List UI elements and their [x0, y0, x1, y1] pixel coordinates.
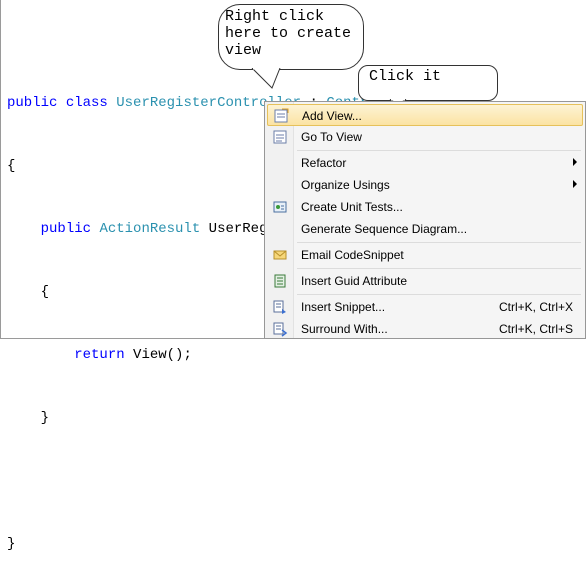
brace: { [7, 158, 16, 174]
menu-item-insert-guid-attribute[interactable]: Insert Guid Attribute [267, 270, 583, 292]
menu-item-insert-snippet[interactable]: Insert Snippet... Ctrl+K, Ctrl+X [267, 296, 583, 318]
menu-item-label: Refactor [301, 156, 347, 170]
menu-item-create-unit-tests[interactable]: Create Unit Tests... [267, 196, 583, 218]
email-icon [273, 250, 287, 260]
menu-item-label: Surround With... [301, 322, 388, 336]
menu-item-email-codesnippet[interactable]: Email CodeSnippet [267, 244, 583, 266]
brace: } [40, 410, 50, 426]
callout-right-click: Right click here to create view [218, 4, 364, 70]
menu-item-shortcut: Ctrl+K, Ctrl+X [499, 300, 574, 314]
menu-item-label: Insert Guid Attribute [301, 274, 408, 288]
menu-item-add-view[interactable]: Add View... [267, 104, 583, 126]
keyword-return: return [74, 347, 125, 363]
menu-item-go-to-view[interactable]: Go To View [267, 126, 583, 148]
menu-item-organize-usings[interactable]: Organize Usings [267, 174, 583, 196]
brace: } [7, 536, 16, 552]
go-to-view-icon [273, 130, 287, 144]
code-line-return: return View(); [7, 345, 410, 366]
brace: { [40, 284, 50, 300]
menu-separator [297, 150, 581, 151]
menu-separator [297, 294, 581, 295]
menu-item-refactor[interactable]: Refactor [267, 152, 583, 174]
submenu-arrow-icon [573, 158, 577, 166]
keyword-class: class [65, 95, 108, 111]
code-line-brace-close: } [7, 408, 410, 429]
menu-separator [297, 242, 581, 243]
guid-icon [274, 274, 286, 288]
keyword-public: public [40, 221, 92, 237]
keyword-public: public [7, 95, 58, 111]
menu-separator [297, 268, 581, 269]
menu-item-label: Add View... [302, 109, 362, 123]
code-line-brace-close: } [7, 534, 410, 555]
menu-item-label: Generate Sequence Diagram... [301, 222, 468, 236]
menu-item-surround-with[interactable]: Surround With... Ctrl+K, Ctrl+S [267, 318, 583, 340]
submenu-arrow-icon [573, 180, 577, 188]
callout-right-click-tail [251, 68, 281, 89]
menu-item-generate-sequence-diagram[interactable]: Generate Sequence Diagram... [267, 218, 583, 240]
callout-click-it: Click it [358, 65, 498, 101]
menu-item-shortcut: Ctrl+K, Ctrl+S [499, 322, 574, 336]
return-expression: View(); [133, 347, 192, 363]
menu-item-label: Go To View [301, 130, 362, 144]
add-view-icon [274, 108, 289, 123]
menu-item-label: Email CodeSnippet [301, 248, 404, 262]
menu-item-label: Create Unit Tests... [301, 200, 403, 214]
menu-item-label: Organize Usings [301, 178, 390, 192]
snippet-icon [273, 300, 286, 314]
unit-test-icon [273, 201, 287, 213]
return-type: ActionResult [99, 221, 201, 237]
context-menu: Add View... Go To View Refactor Organize… [264, 101, 586, 339]
menu-item-label: Insert Snippet... [301, 300, 386, 314]
surround-icon [273, 322, 288, 337]
